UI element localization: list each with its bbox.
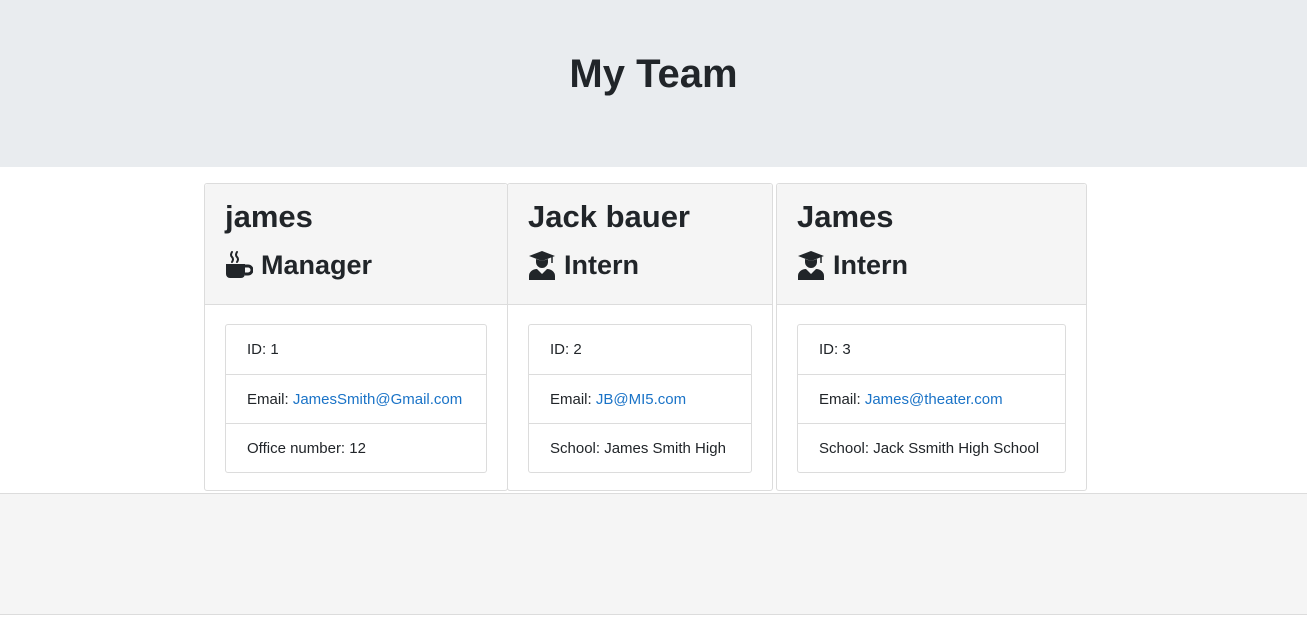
employee-name: Jack bauer [528,199,690,234]
email-link[interactable]: JamesSmith@Gmail.com [293,391,462,408]
employee-name: james [225,199,313,234]
employee-role: Intern [528,246,639,284]
employee-role: Manager [225,246,372,284]
employee-email-row: Email: JamesSmith@Gmail.com [226,374,486,423]
role-label: Intern [833,250,909,280]
employee-card-manager: james Manager ID: 1 Email: JamesSmith@Gm… [204,183,508,491]
employee-name: James [797,199,894,234]
employee-email-row: Email: JB@MI5.com [529,374,751,423]
email-link[interactable]: JB@MI5.com [596,391,686,408]
graduate-icon [797,250,825,280]
coffee-mug-icon [225,250,253,280]
role-label: Manager [261,250,373,280]
email-prefix: Email: [247,391,293,408]
card-header: James Intern [777,184,1086,305]
email-prefix: Email: [550,391,596,408]
card-header: james Manager [205,184,507,305]
page-header: My Team [0,0,1307,167]
email-link[interactable]: James@theater.com [865,391,1003,408]
employee-id: ID: 1 [247,341,279,358]
employee-school: School: Jack Ssmith High School [798,423,1065,472]
employee-email-row: Email: James@theater.com [798,374,1065,423]
employee-details-list: ID: 1 Email: JamesSmith@Gmail.com Office… [225,324,487,473]
employee-role: Intern [797,246,908,284]
employee-details-list: ID: 3 Email: James@theater.com School: J… [797,324,1066,473]
card-header: Jack bauer Intern [508,184,772,305]
employee-id: ID: 2 [550,341,582,358]
footer [0,493,1307,615]
graduate-icon [528,250,556,280]
employee-office-number: Office number: 12 [226,423,486,472]
employee-details-list: ID: 2 Email: JB@MI5.com School: James Sm… [528,324,752,473]
email-prefix: Email: [819,391,865,408]
employee-card-intern: James Intern ID: 3 Email: James@theater.… [776,183,1087,491]
role-label: Intern [564,250,640,280]
page-title: My Team [569,52,738,96]
employee-school: School: James Smith High [529,423,751,472]
employee-id: ID: 3 [819,341,851,358]
employee-card-intern: Jack bauer Intern ID: 2 Email: JB@MI5.co… [507,183,773,491]
